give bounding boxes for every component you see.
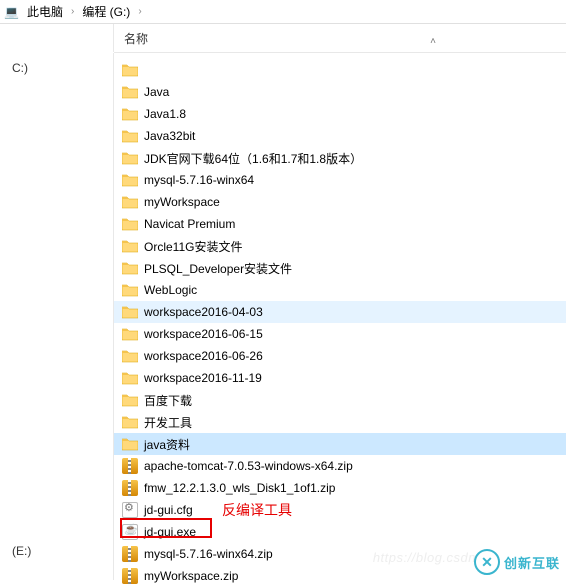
folder-icon <box>122 326 138 342</box>
file-row[interactable]: workspace2016-11-19 <box>114 367 566 389</box>
file-row[interactable]: mysql-5.7.16-winx64 <box>114 169 566 191</box>
folder-icon <box>122 304 138 320</box>
config-file-icon <box>122 502 138 518</box>
file-row[interactable]: workspace2016-06-26 <box>114 345 566 367</box>
column-label: 名称 <box>124 30 148 47</box>
file-name-label: PLSQL_Developer安装文件 <box>144 260 292 277</box>
file-row[interactable]: WebLogic <box>114 279 566 301</box>
file-name-label: myWorkspace <box>144 195 220 209</box>
file-name-label: apache-tomcat-7.0.53-windows-x64.zip <box>144 459 353 473</box>
folder-icon <box>122 238 138 254</box>
executable-icon <box>122 524 138 540</box>
file-row[interactable]: apache-tomcat-7.0.53-windows-x64.zip <box>114 455 566 477</box>
breadcrumb-item[interactable]: 此电脑 <box>23 1 67 22</box>
file-row[interactable]: workspace2016-04-03 <box>114 301 566 323</box>
file-name-label: java资料 <box>144 436 190 453</box>
file-name-label: mysql-5.7.16-winx64.zip <box>144 547 273 561</box>
file-name-label: JDK官网下载64位（1.6和1.7和1.8版本） <box>144 150 362 167</box>
file-row[interactable]: Orcle11G安装文件 <box>114 235 566 257</box>
folder-icon <box>122 128 138 144</box>
archive-icon <box>122 458 138 474</box>
file-name-label: jd-gui.cfg <box>144 503 193 517</box>
file-row[interactable]: 百度下载 <box>114 389 566 411</box>
file-name-label: workspace2016-11-19 <box>144 371 262 385</box>
file-row[interactable]: 开发工具 <box>114 411 566 433</box>
file-name-label: workspace2016-06-26 <box>144 349 263 363</box>
navigation-tree[interactable]: C:) (E:) <box>0 53 114 580</box>
file-name-label: Java <box>144 85 169 99</box>
file-row[interactable]: fmw_12.2.1.3.0_wls_Disk1_1of1.zip <box>114 477 566 499</box>
file-name-label: fmw_12.2.1.3.0_wls_Disk1_1of1.zip <box>144 481 335 495</box>
file-row[interactable]: JDK官网下载64位（1.6和1.7和1.8版本） <box>114 147 566 169</box>
file-name-label: WebLogic <box>144 283 197 297</box>
file-row[interactable]: java资料 <box>114 433 566 455</box>
folder-icon <box>122 348 138 364</box>
folder-icon <box>122 216 138 232</box>
folder-icon <box>122 62 138 78</box>
breadcrumb-item[interactable]: 编程 (G:) <box>78 1 134 22</box>
file-name-label: 开发工具 <box>144 414 192 431</box>
logo-icon: ✕ <box>474 549 500 575</box>
file-name-label: workspace2016-06-15 <box>144 327 263 341</box>
file-name-label: Java1.8 <box>144 107 186 121</box>
file-name-label: workspace2016-04-03 <box>144 305 263 319</box>
file-row[interactable]: Java <box>114 81 566 103</box>
file-name-label: Java32bit <box>144 129 195 143</box>
folder-icon <box>122 370 138 386</box>
folder-icon <box>122 260 138 276</box>
watermark-logo: ✕ 创新互联 <box>474 549 560 575</box>
file-name-label: mysql-5.7.16-winx64 <box>144 173 254 187</box>
sort-indicator-icon: ˄ <box>430 36 436 47</box>
tree-drive-item[interactable]: (E:) <box>4 542 109 560</box>
folder-icon <box>122 172 138 188</box>
file-row[interactable]: Navicat Premium <box>114 213 566 235</box>
file-name-label: Navicat Premium <box>144 217 235 231</box>
folder-icon <box>122 194 138 210</box>
folder-icon <box>122 436 138 452</box>
archive-icon <box>122 546 138 562</box>
folder-icon <box>122 414 138 430</box>
file-name-label: 百度下载 <box>144 392 192 409</box>
file-name-label: myWorkspace.zip <box>144 569 238 583</box>
breadcrumb[interactable]: 💻 此电脑 › 编程 (G:) › <box>0 0 566 24</box>
file-row[interactable]: jd-gui.cfg <box>114 499 566 521</box>
file-row[interactable] <box>114 59 566 81</box>
chevron-right-icon: › <box>71 6 74 17</box>
file-name-label: jd-gui.exe <box>144 525 196 539</box>
column-header-row: 名称 ˄ <box>0 24 566 52</box>
tree-drive-item[interactable]: C:) <box>4 59 109 77</box>
archive-icon <box>122 480 138 496</box>
annotation-text: 反编译工具 <box>222 500 292 520</box>
watermark-brand: 创新互联 <box>504 553 560 572</box>
folder-icon <box>122 106 138 122</box>
pc-icon: 💻 <box>4 5 19 19</box>
file-row[interactable]: Java32bit <box>114 125 566 147</box>
folder-icon <box>122 392 138 408</box>
folder-icon <box>122 84 138 100</box>
column-header-name[interactable]: 名称 ˄ <box>114 30 566 47</box>
file-list[interactable]: Java Java1.8 Java32bit JDK官网下载64位（1.6和1.7和1… <box>114 53 566 580</box>
folder-icon <box>122 150 138 166</box>
file-row[interactable]: workspace2016-06-15 <box>114 323 566 345</box>
file-name-label: Orcle11G安装文件 <box>144 238 242 255</box>
chevron-right-icon: › <box>138 6 141 17</box>
file-row[interactable]: PLSQL_Developer安装文件 <box>114 257 566 279</box>
folder-icon <box>122 282 138 298</box>
archive-icon <box>122 568 138 584</box>
file-row[interactable]: Java1.8 <box>114 103 566 125</box>
file-row[interactable]: jd-gui.exe <box>114 521 566 543</box>
file-row[interactable]: myWorkspace <box>114 191 566 213</box>
watermark-url: https://blog.csdn <box>373 550 476 565</box>
